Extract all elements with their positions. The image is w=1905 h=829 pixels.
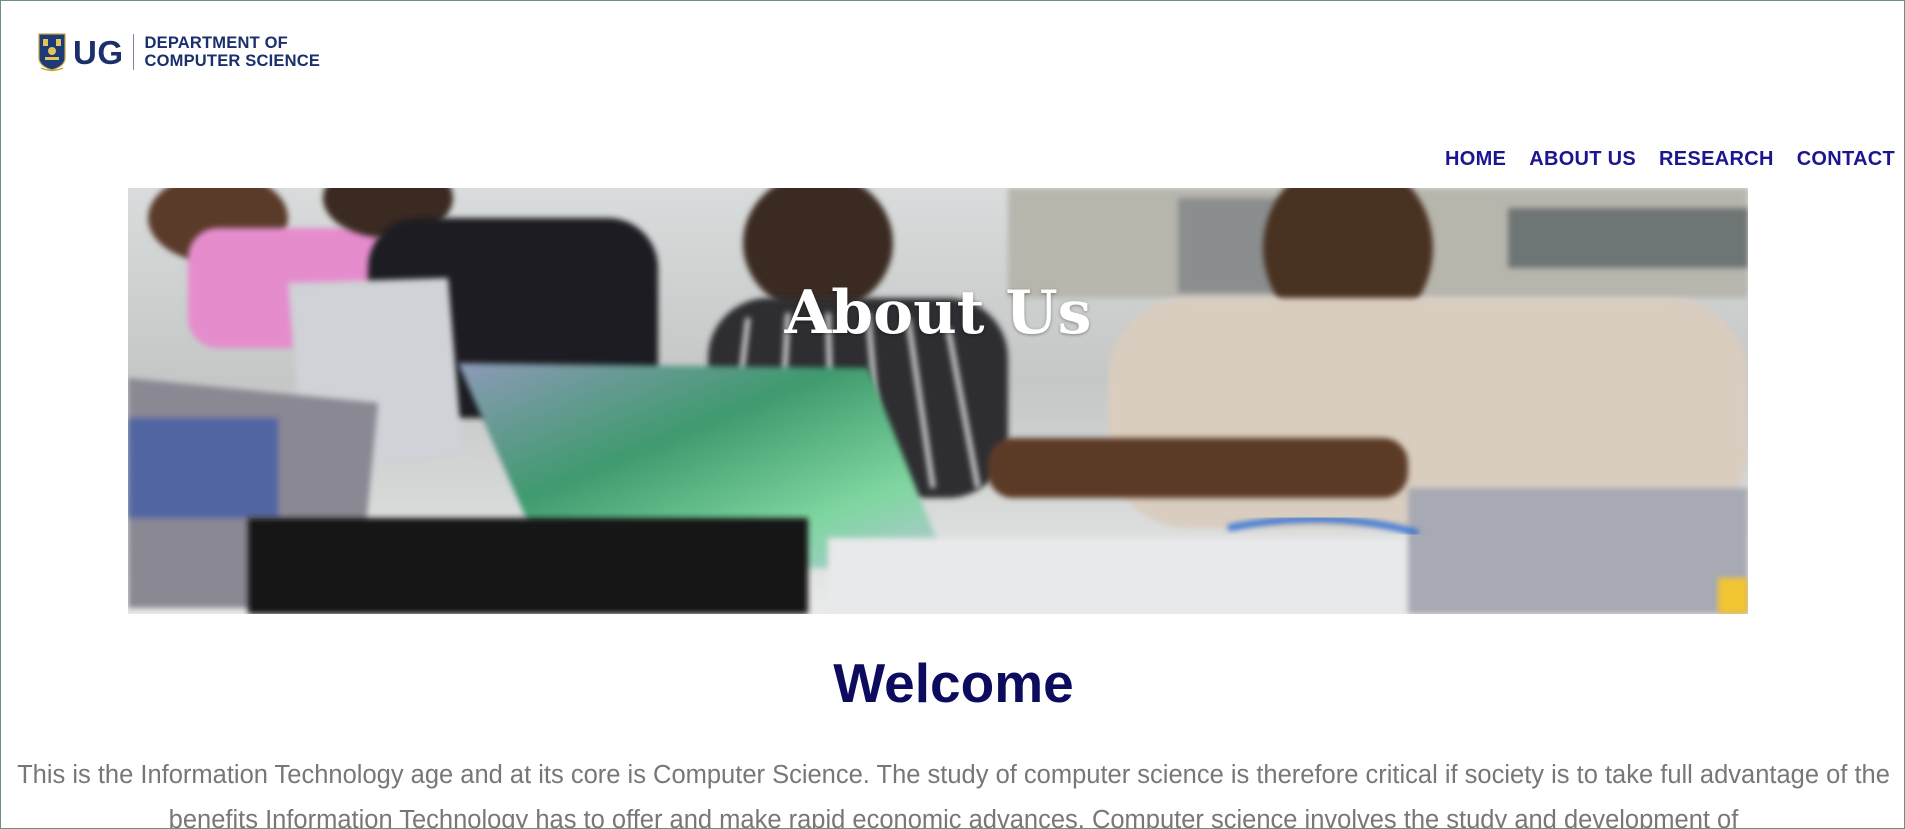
ug-crest-icon	[38, 33, 66, 72]
site-logo[interactable]: UG DEPARTMENT OF COMPUTER SCIENCE	[37, 31, 320, 73]
nav-research[interactable]: RESEARCH	[1659, 148, 1774, 171]
intro-paragraph: This is the Information Technology age a…	[17, 761, 1890, 829]
nav-contact[interactable]: CONTACT	[1797, 148, 1895, 171]
logo-line-2: COMPUTER SCIENCE	[144, 52, 321, 70]
hero-photo	[128, 188, 1748, 614]
logo-divider	[132, 34, 134, 70]
nav-about-us[interactable]: ABOUT US	[1529, 148, 1636, 171]
page: UG DEPARTMENT OF COMPUTER SCIENCE HOME A…	[0, 0, 1905, 829]
logo-line-1: DEPARTMENT OF	[144, 34, 288, 52]
logo-department-name: DEPARTMENT OF COMPUTER SCIENCE	[145, 34, 321, 70]
hero-title: About Us	[784, 278, 1092, 348]
welcome-heading: Welcome	[833, 652, 1074, 714]
nav-home[interactable]: HOME	[1445, 148, 1506, 171]
main-nav: HOME ABOUT US RESEARCH CONTACT	[1445, 148, 1904, 171]
logo-abbreviation: UG	[73, 33, 124, 71]
hero-banner: About Us	[128, 188, 1748, 614]
